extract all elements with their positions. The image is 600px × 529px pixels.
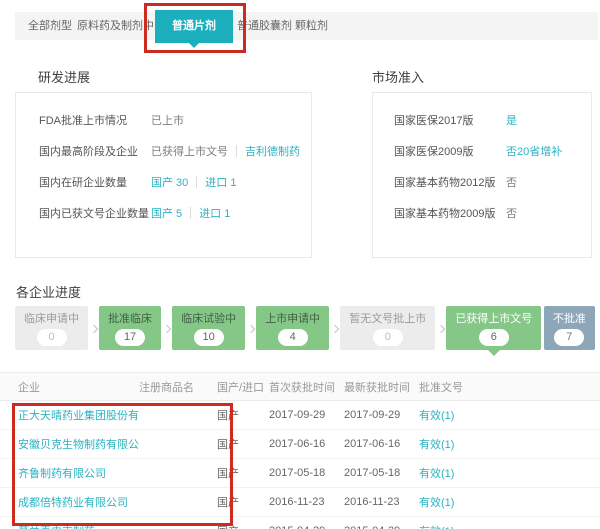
stage-count: 6 bbox=[479, 329, 509, 346]
stage-approved-no-license[interactable]: 暂无文号批上市 0 bbox=[340, 306, 435, 350]
license-link[interactable]: 有效(1) bbox=[419, 410, 454, 422]
info-row-companies-in-development: 国内在研企业数量 国产 30 进口 1 bbox=[16, 166, 311, 197]
tab-all-dosage-forms[interactable]: 全部剂型 bbox=[28, 12, 72, 40]
stage-clinical-approved[interactable]: 批准临床 17 bbox=[99, 306, 161, 350]
info-value-link[interactable]: 否20省增补 bbox=[506, 143, 562, 159]
progress-section-title: 各企业进度 bbox=[16, 282, 81, 301]
stage-count: 4 bbox=[278, 329, 308, 346]
stage-not-approved[interactable]: 不批准 7 bbox=[544, 306, 595, 350]
info-label: 国家医保2017版 bbox=[394, 112, 506, 128]
info-label: 国家医保2009版 bbox=[394, 143, 506, 159]
table-header-row: 企业 注册商品名 国产/进口 首次获批时间 最新获批时间 批准文号 bbox=[0, 373, 600, 401]
license-link[interactable]: 有效(1) bbox=[419, 497, 454, 509]
first-approval-cell: 2017-05-18 bbox=[269, 459, 344, 488]
stage-clinical-trial[interactable]: 临床试验中 10 bbox=[172, 306, 245, 350]
col-first-approval: 首次获批时间 bbox=[269, 373, 344, 401]
stage-label: 批准临床 bbox=[108, 310, 152, 326]
stage-label: 临床申请中 bbox=[24, 310, 79, 326]
arrow-right-icon bbox=[330, 325, 338, 333]
imported-count-link[interactable]: 进口 1 bbox=[205, 174, 236, 190]
info-label: FDA批准上市情况 bbox=[39, 112, 151, 128]
info-value: 否 bbox=[506, 205, 517, 221]
stage-count: 0 bbox=[37, 329, 67, 346]
info-value: 否 bbox=[506, 174, 517, 190]
imported-count-link[interactable]: 进口 1 bbox=[199, 205, 230, 221]
rd-section-title: 研发进展 bbox=[38, 67, 90, 86]
stage-count: 7 bbox=[554, 329, 584, 346]
value-divider bbox=[196, 176, 197, 188]
info-value: 已获得上市文号 bbox=[151, 143, 228, 159]
col-company: 企业 bbox=[0, 373, 139, 401]
value-divider bbox=[190, 207, 191, 219]
info-row-essential-drugs-2012: 国家基本药物2012版 否 bbox=[373, 166, 591, 197]
stage-marketing-application[interactable]: 上市申请中 4 bbox=[256, 306, 329, 350]
info-label: 国内最高阶段及企业 bbox=[39, 143, 151, 159]
annotation-box-tab bbox=[144, 3, 246, 53]
market-access-panel: 国家医保2017版 是 国家医保2009版 否20省增补 国家基本药物2012版… bbox=[372, 92, 592, 258]
first-approval-cell: 2015-04-29 bbox=[269, 517, 344, 529]
stage-pointer-down-icon bbox=[488, 350, 500, 356]
latest-approval-cell: 2017-06-16 bbox=[344, 430, 419, 459]
info-label: 国家基本药物2012版 bbox=[394, 174, 506, 190]
latest-approval-cell: 2016-11-23 bbox=[344, 488, 419, 517]
arrow-right-icon bbox=[89, 325, 97, 333]
info-label: 国家基本药物2009版 bbox=[394, 205, 506, 221]
domestic-count-link[interactable]: 国产 30 bbox=[151, 174, 188, 190]
stage-count: 0 bbox=[373, 329, 403, 346]
pharma-detail-page: 全部剂型 原料药及制剂中间体 普通胶囊剂 颗粒剂 普通片剂 研发进展 FDA批准… bbox=[0, 0, 600, 529]
domestic-count-link[interactable]: 国产 5 bbox=[151, 205, 182, 221]
info-row-essential-drugs-2009: 国家基本药物2009版 否 bbox=[373, 197, 591, 228]
company-link[interactable]: 吉利德制药 bbox=[245, 143, 300, 159]
stage-label: 不批准 bbox=[553, 310, 586, 326]
stage-label: 上市申请中 bbox=[265, 310, 320, 326]
info-row-fda-status: FDA批准上市情况 已上市 bbox=[16, 104, 311, 135]
col-origin: 国产/进口 bbox=[217, 373, 269, 401]
info-row-medical-insurance-2017: 国家医保2017版 是 bbox=[373, 104, 591, 135]
value-divider bbox=[236, 145, 237, 157]
rd-progress-panel: FDA批准上市情况 已上市 国内最高阶段及企业 已获得上市文号 吉利德制药 国内… bbox=[15, 92, 312, 258]
stage-label: 暂无文号批上市 bbox=[349, 310, 426, 326]
arrow-right-icon bbox=[437, 325, 445, 333]
latest-approval-cell: 2017-05-18 bbox=[344, 459, 419, 488]
info-value-link[interactable]: 是 bbox=[506, 112, 517, 128]
stage-label: 已获得上市文号 bbox=[455, 310, 532, 326]
info-label: 国内已获文号企业数量 bbox=[39, 205, 151, 221]
first-approval-cell: 2016-11-23 bbox=[269, 488, 344, 517]
license-link[interactable]: 有效(1) bbox=[419, 468, 454, 480]
market-section-title: 市场准入 bbox=[372, 67, 424, 86]
latest-approval-cell: 2015-04-29 bbox=[344, 517, 419, 529]
stage-license-obtained[interactable]: 已获得上市文号 6 bbox=[446, 306, 541, 350]
stage-pipeline: 临床申请中 0 批准临床 17 临床试验中 10 上市申请中 4 暂无文号批上市… bbox=[15, 306, 595, 356]
arrow-right-icon bbox=[246, 325, 254, 333]
info-value: 已上市 bbox=[151, 112, 184, 128]
dosage-form-tab-bar: 全部剂型 原料药及制剂中间体 普通胶囊剂 颗粒剂 bbox=[15, 12, 598, 40]
license-link[interactable]: 有效(1) bbox=[419, 439, 454, 451]
info-label: 国内在研企业数量 bbox=[39, 174, 151, 190]
latest-approval-cell: 2017-09-29 bbox=[344, 401, 419, 430]
info-row-companies-with-license: 国内已获文号企业数量 国产 5 进口 1 bbox=[16, 197, 311, 228]
col-latest-approval: 最新获批时间 bbox=[344, 373, 419, 401]
first-approval-cell: 2017-09-29 bbox=[269, 401, 344, 430]
col-license: 批准文号 bbox=[419, 373, 600, 401]
annotation-box-companies bbox=[12, 403, 233, 526]
stage-count: 17 bbox=[115, 329, 145, 346]
first-approval-cell: 2017-06-16 bbox=[269, 430, 344, 459]
col-brand-name: 注册商品名 bbox=[139, 373, 217, 401]
arrow-right-icon bbox=[162, 325, 170, 333]
info-row-medical-insurance-2009: 国家医保2009版 否20省增补 bbox=[373, 135, 591, 166]
stage-clinical-application[interactable]: 临床申请中 0 bbox=[15, 306, 88, 350]
tab-granule[interactable]: 颗粒剂 bbox=[295, 12, 328, 40]
stage-count: 10 bbox=[194, 329, 224, 346]
stage-label: 临床试验中 bbox=[181, 310, 236, 326]
info-row-domestic-highest-stage: 国内最高阶段及企业 已获得上市文号 吉利德制药 bbox=[16, 135, 311, 166]
